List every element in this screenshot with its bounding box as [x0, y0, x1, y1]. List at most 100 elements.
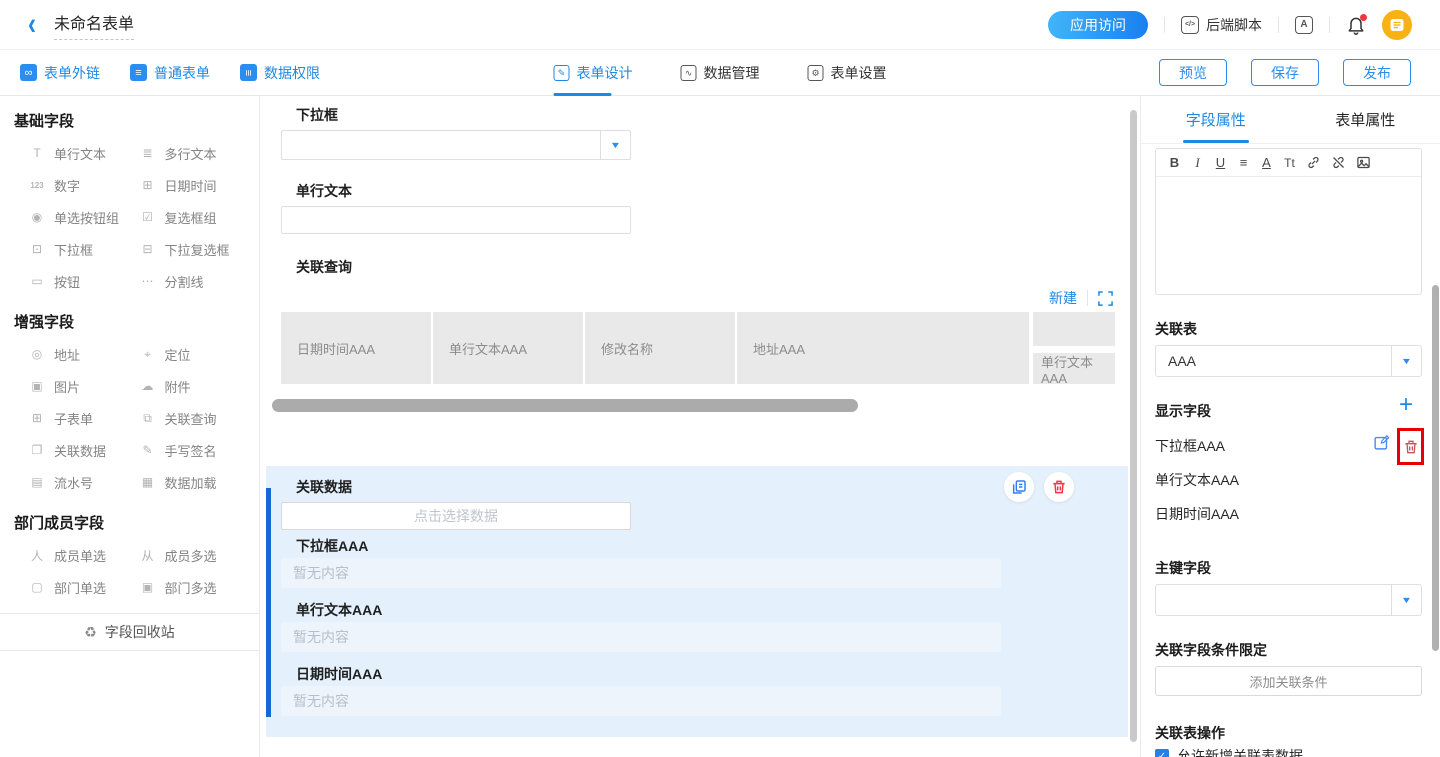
- copy-widget-button[interactable]: [1004, 472, 1034, 502]
- new-record-link[interactable]: 新建: [1049, 288, 1077, 308]
- departments-icon: ▣: [139, 580, 157, 594]
- add-display-field-button[interactable]: +: [1399, 393, 1413, 417]
- properties-vertical-scrollbar[interactable]: [1432, 285, 1439, 651]
- field-item-button[interactable]: ▭按钮: [28, 265, 139, 297]
- underline-icon[interactable]: U: [1214, 155, 1227, 170]
- fullscreen-icon[interactable]: [1098, 291, 1113, 306]
- notification-bell-icon[interactable]: [1346, 15, 1366, 35]
- field-item-checkbox-group[interactable]: ☑复选框组: [139, 201, 250, 233]
- gear-icon: ⚙: [808, 65, 824, 81]
- calendar-icon: ⊞: [139, 178, 157, 192]
- table-horizontal-scrollbar[interactable]: [272, 399, 858, 412]
- field-item-signature[interactable]: ✎手写签名: [139, 434, 250, 466]
- tab-form-design[interactable]: ✎ 表单设计: [554, 50, 633, 96]
- field-item-multi-dropdown[interactable]: ⊟下拉复选框: [139, 233, 250, 265]
- display-field-item: 下拉框AAA: [1155, 436, 1225, 456]
- font-size-icon[interactable]: Tt: [1283, 156, 1296, 170]
- tab-form-properties[interactable]: 表单属性: [1291, 96, 1440, 143]
- canvas-vertical-scrollbar[interactable]: [1130, 110, 1137, 742]
- tab-form-settings[interactable]: ⚙ 表单设置: [808, 50, 887, 96]
- field-item-datetime[interactable]: ⊞日期时间: [139, 169, 250, 201]
- form-design-canvas[interactable]: 下拉框 单行文本 关联查询 新建 日期时间AAA 单行文本AAA 修改名称 地址…: [260, 96, 1140, 757]
- font-color-icon[interactable]: A: [1260, 155, 1273, 170]
- tab-data-management[interactable]: ∿ 数据管理: [681, 50, 760, 96]
- app-access-button[interactable]: 应用访问: [1048, 11, 1148, 39]
- field-item-dropdown[interactable]: ⊡下拉框: [28, 233, 139, 265]
- field-item-image[interactable]: ▣图片: [28, 370, 139, 402]
- save-button[interactable]: 保存: [1251, 59, 1319, 86]
- insert-image-icon[interactable]: [1356, 155, 1371, 170]
- field-item-member-single[interactable]: 人成员单选: [28, 539, 139, 571]
- linked-data-picker-input[interactable]: 点击选择数据: [281, 502, 631, 530]
- checkbox-checked-icon[interactable]: [1155, 749, 1169, 757]
- align-icon[interactable]: ≡: [1237, 155, 1250, 170]
- field-item-linked-query[interactable]: ⧉关联查询: [139, 402, 250, 434]
- tab-field-properties[interactable]: 字段属性: [1141, 96, 1291, 143]
- chevron-down-icon[interactable]: [1391, 585, 1421, 615]
- add-condition-button[interactable]: 添加关联条件: [1155, 666, 1422, 696]
- subform-icon: ⊞: [28, 411, 46, 425]
- form-toolbar: ∞ 表单外链 ≡ 普通表单 ≡ 数据权限 ✎ 表单设计 ∿ 数据管理 ⚙ 表单设…: [0, 50, 1440, 96]
- form-title[interactable]: 未命名表单: [54, 10, 134, 40]
- field-item-radio-group[interactable]: ◉单选按钮组: [28, 201, 139, 233]
- field-item-data-load[interactable]: ▦数据加载: [139, 466, 250, 498]
- linked-table-label: 关联表: [1155, 319, 1197, 339]
- dropdown-icon: ⊡: [28, 242, 46, 256]
- data-permission-button[interactable]: ≡ 数据权限: [240, 63, 320, 83]
- field-item-multi-line-text[interactable]: ≣多行文本: [139, 137, 250, 169]
- cloud-upload-icon: ☁: [139, 379, 157, 393]
- delete-widget-button[interactable]: [1044, 472, 1074, 502]
- data-load-icon: ▦: [139, 475, 157, 489]
- backend-script-button[interactable]: </> 后端脚本: [1181, 15, 1262, 35]
- back-icon[interactable]: ‹: [28, 9, 36, 40]
- people-icon: 从: [139, 547, 157, 564]
- delete-display-field-icon[interactable]: [1403, 439, 1419, 455]
- table-column-header: 日期时间AAA: [281, 312, 431, 384]
- external-link-label: 表单外链: [44, 63, 100, 83]
- field-recycle-bin-button[interactable]: ♻ 字段回收站: [0, 613, 259, 651]
- linked-data-icon: ❐: [28, 443, 46, 457]
- unlink-icon[interactable]: [1331, 155, 1346, 170]
- display-field-item: 日期时间AAA: [1155, 504, 1239, 524]
- avatar[interactable]: [1382, 10, 1412, 40]
- field-item-number[interactable]: 123数字: [28, 169, 139, 201]
- field-item-location[interactable]: ⌖定位: [139, 338, 250, 370]
- field-item-subform[interactable]: ⊞子表单: [28, 402, 139, 434]
- link-icon[interactable]: [1306, 155, 1321, 170]
- field-library-sidebar: 基础字段 T单行文本 ≣多行文本 123数字 ⊞日期时间 ◉单选按钮组 ☑复选框…: [0, 96, 260, 757]
- primary-key-label: 主键字段: [1155, 558, 1211, 578]
- text-widget-input[interactable]: [281, 206, 631, 234]
- field-item-linked-data[interactable]: ❐关联数据: [28, 434, 139, 466]
- preview-button[interactable]: 预览: [1159, 59, 1227, 86]
- linked-table-select[interactable]: AAA: [1155, 345, 1422, 377]
- bold-icon[interactable]: B: [1168, 155, 1181, 170]
- dropdown-widget-input[interactable]: [281, 130, 631, 160]
- translate-icon[interactable]: A: [1295, 16, 1313, 34]
- external-link-button[interactable]: ∞ 表单外链: [20, 63, 100, 83]
- richtext-content-area[interactable]: [1156, 177, 1421, 295]
- normal-form-button[interactable]: ≡ 普通表单: [130, 63, 210, 83]
- richtext-editor: B I U ≡ A Tt: [1155, 148, 1422, 295]
- linked-data-widget-selected[interactable]: 关联数据 点击选择数据 下拉框AAA 暂无内容 单行文本AAA 暂无内容 日期时…: [266, 466, 1128, 737]
- field-item-address[interactable]: ◎地址: [28, 338, 139, 370]
- backend-script-label: 后端脚本: [1206, 15, 1262, 35]
- field-item-attachment[interactable]: ☁附件: [139, 370, 250, 402]
- field-item-department-single[interactable]: ▢部门单选: [28, 571, 139, 603]
- target-icon: ⌖: [139, 347, 157, 362]
- field-item-member-multi[interactable]: 从成员多选: [139, 539, 250, 571]
- field-item-serial-number[interactable]: ▤流水号: [28, 466, 139, 498]
- chevron-down-icon[interactable]: [600, 131, 630, 159]
- multi-line-text-icon: ≣: [139, 146, 157, 160]
- publish-button[interactable]: 发布: [1343, 59, 1411, 86]
- top-bar: ‹ 未命名表单 应用访问 </> 后端脚本 A: [0, 0, 1440, 50]
- primary-key-select[interactable]: [1155, 584, 1422, 616]
- table-column-header: 单行文本AAA: [433, 312, 583, 384]
- recycle-label: 字段回收站: [105, 622, 175, 642]
- field-item-single-line-text[interactable]: T单行文本: [28, 137, 139, 169]
- field-item-department-multi[interactable]: ▣部门多选: [139, 571, 250, 603]
- field-item-divider[interactable]: ⋯分割线: [139, 265, 250, 297]
- linked-data-field-preview: 暂无内容: [281, 686, 1001, 716]
- chevron-down-icon[interactable]: [1391, 346, 1421, 376]
- edit-icon[interactable]: [1373, 434, 1390, 451]
- italic-icon[interactable]: I: [1191, 155, 1204, 171]
